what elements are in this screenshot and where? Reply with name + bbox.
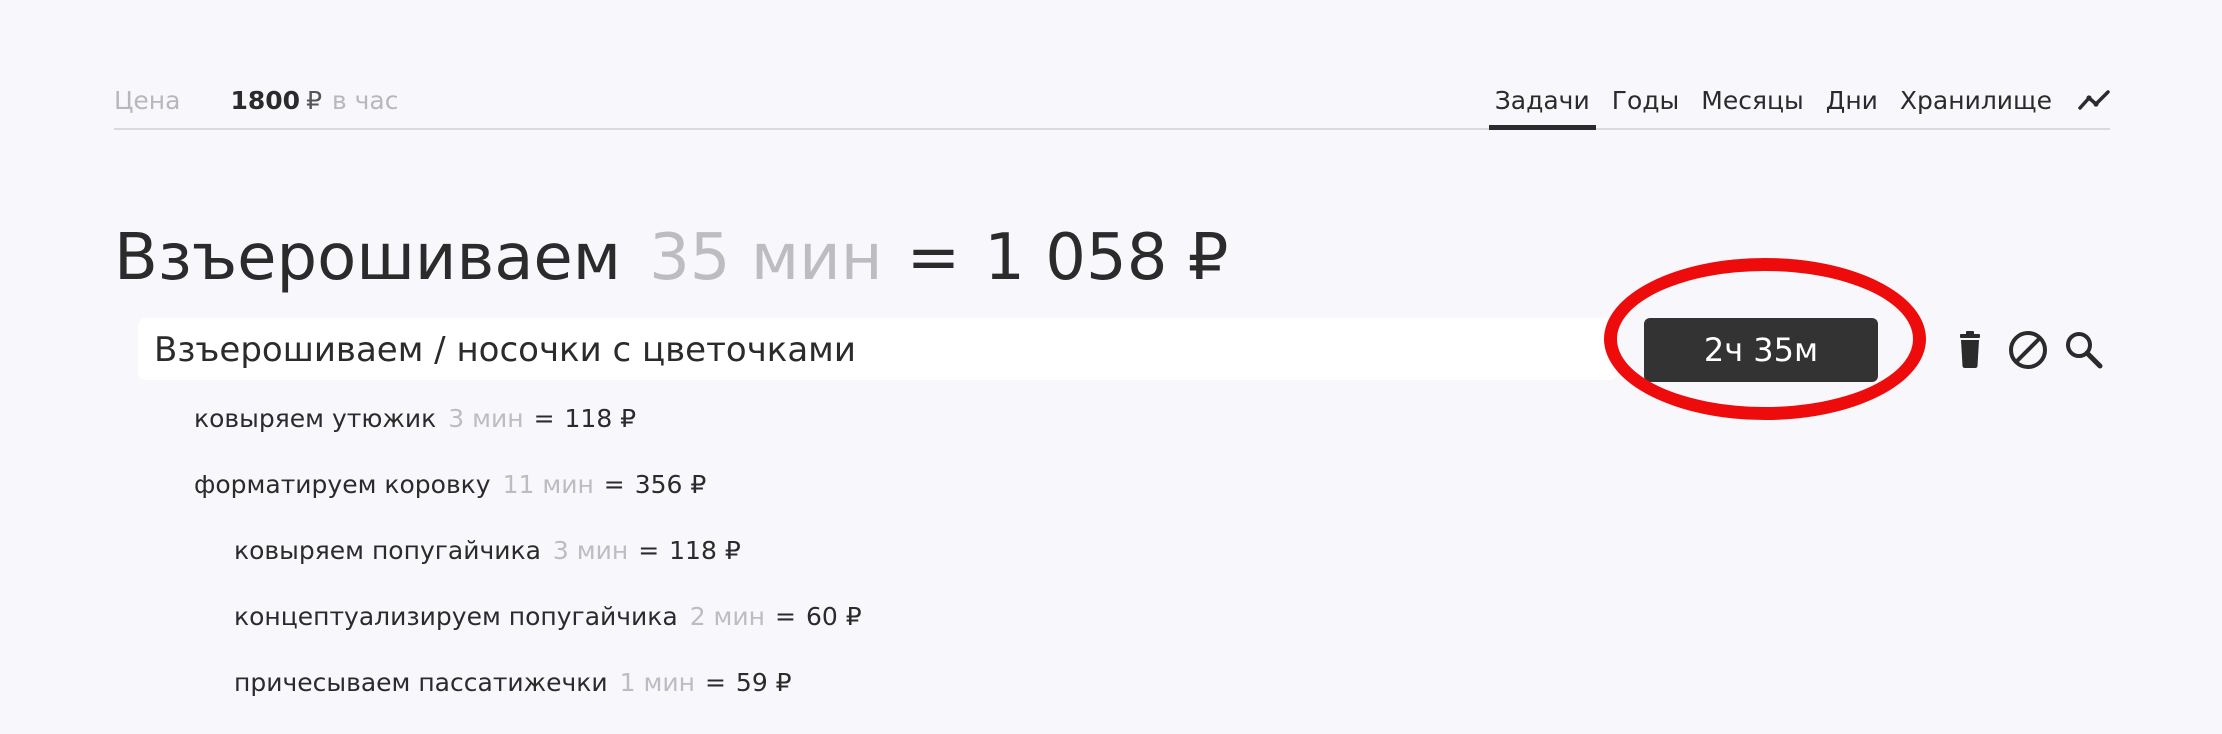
subtask-name: ковыряем попугайчика bbox=[234, 536, 541, 565]
project-name: Взъерошиваем bbox=[114, 221, 622, 295]
list-item[interactable]: концептуализируем попугайчика 2 мин = 60 ₽ bbox=[234, 602, 862, 631]
tab-tasks[interactable]: Задачи bbox=[1488, 78, 1596, 130]
project-summary: Взъерошиваем 35 мин = 1 058 ₽ bbox=[114, 216, 1228, 300]
equals-sign: = bbox=[533, 404, 555, 433]
list-item[interactable]: ковыряем утюжик 3 мин = 118 ₽ bbox=[194, 404, 636, 433]
subtask-name: концептуализируем попугайчика bbox=[234, 602, 678, 631]
per-unit-label: в час bbox=[331, 86, 399, 115]
project-duration: 35 мин bbox=[649, 221, 883, 295]
list-item[interactable]: ковыряем попугайчика 3 мин = 118 ₽ bbox=[234, 536, 741, 565]
tab-days[interactable]: Дни bbox=[1820, 78, 1884, 122]
list-item[interactable]: форматируем коровку 11 мин = 356 ₽ bbox=[194, 470, 706, 499]
subtask-amount: 118 ₽ bbox=[669, 536, 741, 565]
block-icon[interactable] bbox=[2006, 328, 2050, 372]
equals-sign: = bbox=[704, 668, 726, 697]
tab-years[interactable]: Годы bbox=[1606, 78, 1686, 122]
task-input-row[interactable]: Взъерошиваем / носочки с цветочками bbox=[138, 318, 1618, 380]
currency-sign: ₽ bbox=[306, 86, 322, 115]
project-total: 1 058 ₽ bbox=[984, 221, 1229, 295]
subtask-amount: 118 ₽ bbox=[564, 404, 637, 433]
price-value: 1800 bbox=[230, 86, 301, 115]
subtask-amount: 60 ₽ bbox=[805, 602, 862, 631]
subtask-duration: 11 мин bbox=[502, 470, 594, 499]
trend-line-icon[interactable] bbox=[2078, 88, 2110, 112]
subtask-name: форматируем коровку bbox=[194, 470, 491, 499]
subtask-amount: 59 ₽ bbox=[735, 668, 792, 697]
equals-sign: = bbox=[603, 470, 625, 499]
equals-sign: = bbox=[906, 221, 961, 295]
tab-months[interactable]: Месяцы bbox=[1695, 78, 1810, 122]
subtask-duration: 2 мин bbox=[689, 602, 766, 631]
subtask-duration: 3 мин bbox=[552, 536, 629, 565]
subtask-name: причесываем пассатижечки bbox=[234, 668, 608, 697]
price-label: Цена bbox=[114, 86, 181, 115]
subtask-amount: 356 ₽ bbox=[634, 470, 707, 499]
task-input[interactable]: Взъерошиваем / носочки с цветочками bbox=[154, 330, 856, 370]
list-item[interactable]: причесываем пассатижечки 1 мин = 59 ₽ bbox=[234, 668, 792, 697]
equals-sign: = bbox=[638, 536, 660, 565]
subtask-duration: 1 мин bbox=[619, 668, 695, 697]
top-bar: Цена 1800 ₽ в час Задачи Годы Месяцы Дни Хр… bbox=[114, 78, 2110, 130]
equals-sign: = bbox=[775, 602, 796, 631]
timer-button[interactable]: 2ч 35м bbox=[1644, 318, 1878, 382]
tab-storage[interactable]: Хранилище bbox=[1894, 78, 2058, 122]
trash-icon[interactable] bbox=[1948, 328, 1992, 372]
subtask-duration: 3 мин bbox=[448, 404, 524, 433]
search-icon[interactable] bbox=[2062, 328, 2106, 372]
subtask-name: ковыряем утюжик bbox=[194, 404, 437, 433]
hourly-rate: Цена 1800 ₽ в час bbox=[114, 86, 399, 115]
nav-tabs: Задачи Годы Месяцы Дни Хранилище bbox=[1479, 78, 2058, 130]
